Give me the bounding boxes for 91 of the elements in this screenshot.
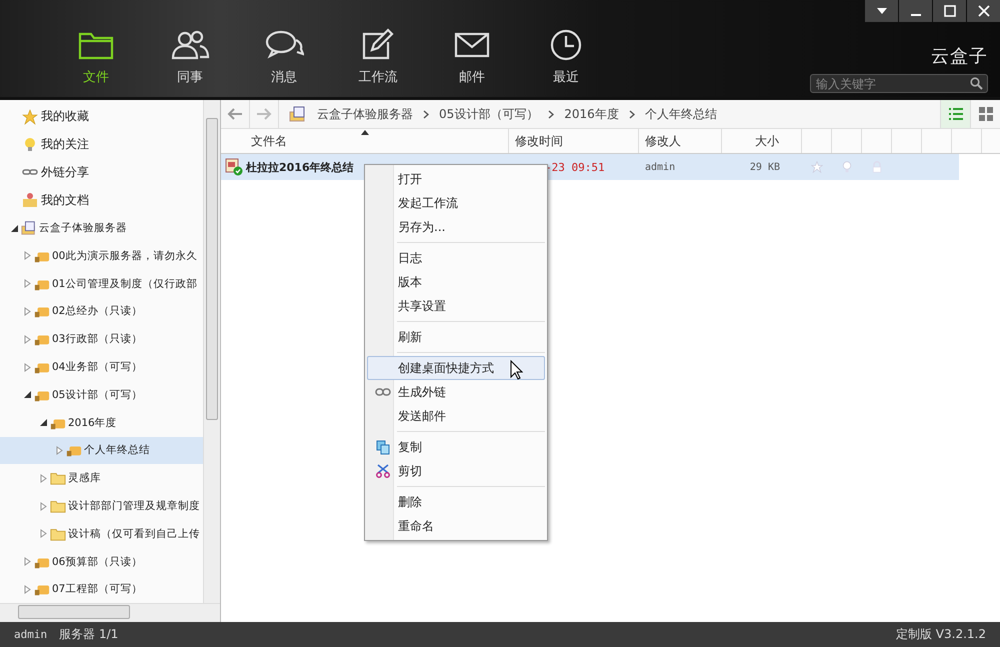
server-icon xyxy=(289,106,307,122)
tree-item[interactable]: 设计部部门管理及规章制度 xyxy=(0,492,203,520)
grid-icon xyxy=(978,107,992,121)
menu-item[interactable]: 创建桌面快捷方式 xyxy=(367,356,545,380)
column-header[interactable]: 修改人 xyxy=(639,129,722,153)
mouse-cursor-icon xyxy=(510,360,523,380)
version-label: 定制版 V3.2.1.2 xyxy=(896,626,986,643)
document-icon xyxy=(225,158,243,176)
sort-arrow-icon xyxy=(360,130,368,135)
tree-item[interactable]: 02总经办（只读） xyxy=(0,298,203,326)
menu-item[interactable]: 生成外链 xyxy=(367,380,545,404)
menu-item[interactable]: 刷新 xyxy=(367,325,545,349)
close-button[interactable] xyxy=(967,0,1000,22)
vertical-scrollbar[interactable] xyxy=(203,100,220,603)
server-icon xyxy=(21,220,37,236)
nav-tab[interactable]: 邮件 xyxy=(442,28,502,97)
maximize-button[interactable] xyxy=(933,0,966,22)
search-field[interactable]: 输入关键字 xyxy=(810,74,988,93)
column-header[interactable]: 文件名 xyxy=(221,129,509,153)
breadcrumb-link[interactable]: 05设计部（可写） xyxy=(439,106,538,122)
forward-arrow-icon xyxy=(256,108,272,120)
bulb-icon xyxy=(22,136,38,153)
menu-item[interactable]: 另存为... xyxy=(367,215,545,239)
nav-tab[interactable]: 消息 xyxy=(254,28,314,97)
user-icon xyxy=(22,192,38,208)
star-icon xyxy=(22,108,38,125)
menu-item[interactable]: 共享设置 xyxy=(367,294,545,318)
back-arrow-icon xyxy=(227,108,243,120)
chevron-icon xyxy=(548,110,554,118)
column-header[interactable]: 修改时间 xyxy=(509,129,639,153)
modified-time: -23 09:51 xyxy=(544,160,605,174)
sidebar-item[interactable]: 我的关注 xyxy=(0,130,203,159)
tree-item[interactable]: 云盒子体验服务器 xyxy=(0,214,203,242)
sidebar-item[interactable]: 外链分享 xyxy=(0,158,203,186)
list-icon xyxy=(948,107,962,121)
tree-item[interactable]: 2016年度 xyxy=(0,408,203,437)
tree-item[interactable]: 06预算部（只读） xyxy=(0,548,203,576)
menu-item[interactable]: 删除 xyxy=(367,490,545,514)
menu-item[interactable]: 版本 xyxy=(367,270,545,294)
search-icon[interactable] xyxy=(970,77,983,90)
tree-item[interactable]: 04业务部（可写） xyxy=(0,353,203,381)
nav-tab[interactable]: 最近 xyxy=(536,28,596,97)
breadcrumb-link[interactable]: 云盒子体验服务器 xyxy=(317,106,413,122)
menu-item[interactable]: 剪切 xyxy=(367,459,545,483)
sidebar-item[interactable]: 我的收藏 xyxy=(0,103,203,131)
scissors-icon xyxy=(376,464,390,478)
nav-tab[interactable]: 工作流 xyxy=(348,28,408,97)
people-icon xyxy=(170,28,210,62)
menu-item[interactable]: 复制 xyxy=(367,435,545,459)
breadcrumb-link[interactable]: 2016年度 xyxy=(564,106,619,122)
minimize-button[interactable] xyxy=(899,0,932,22)
list-view-button[interactable] xyxy=(940,100,970,128)
tree-item[interactable]: 个人年终总结 xyxy=(0,436,203,464)
menu-item[interactable]: 发送邮件 xyxy=(367,404,545,428)
status-user: admin xyxy=(14,628,48,641)
menu-item[interactable]: 发起工作流 xyxy=(367,191,545,215)
tree-item[interactable]: 设计稿（仅可看到自己上传 xyxy=(0,520,203,548)
nav-tab[interactable]: 文件 xyxy=(66,28,126,97)
tree-item[interactable]: 03行政部（只读） xyxy=(0,325,203,354)
nav-tab[interactable]: 同事 xyxy=(160,28,220,97)
maximize-icon xyxy=(942,4,956,18)
horizontal-scrollbar[interactable] xyxy=(0,603,220,622)
author-cell: admin xyxy=(645,162,676,172)
expander-icon[interactable] xyxy=(10,224,19,233)
chevron-icon xyxy=(628,110,635,118)
folder-icon xyxy=(50,498,66,514)
tree-item[interactable]: 01公司管理及制度（仅行政部 xyxy=(0,270,203,298)
dropdown-button[interactable] xyxy=(865,0,898,22)
minimize-icon xyxy=(910,14,920,16)
size-cell: 29 KB xyxy=(750,162,780,172)
tree-item[interactable]: 00此为演示服务器，请勿永久 xyxy=(0,242,203,270)
tree-item[interactable]: 05设计部（可写） xyxy=(0,380,203,409)
star-icon[interactable] xyxy=(811,161,823,173)
expander-icon[interactable] xyxy=(39,418,48,428)
close-icon xyxy=(976,4,990,18)
menu-item[interactable]: 重命名 xyxy=(367,514,545,538)
file-name: 杜拉拉2016年终总结 xyxy=(246,160,354,174)
column-header[interactable]: 大小 xyxy=(722,129,802,153)
sidebar-item[interactable]: 我的文档 xyxy=(0,186,203,214)
link-icon xyxy=(375,388,391,396)
chevron-icon xyxy=(423,110,429,118)
bulb-icon[interactable] xyxy=(841,161,853,173)
tree-item[interactable]: 灵感库 xyxy=(0,464,203,492)
menu-item[interactable]: 日志 xyxy=(367,246,545,270)
folder-icon xyxy=(50,470,66,486)
brand-logo: 云盒子 xyxy=(931,45,988,68)
copy-icon xyxy=(376,440,390,454)
expander-icon[interactable] xyxy=(23,390,32,400)
breadcrumb-link[interactable]: 个人年终总结 xyxy=(644,106,717,122)
status-server: 服务器 1/1 xyxy=(59,626,118,643)
tree-item[interactable]: 07工程部（可写） xyxy=(0,576,203,603)
